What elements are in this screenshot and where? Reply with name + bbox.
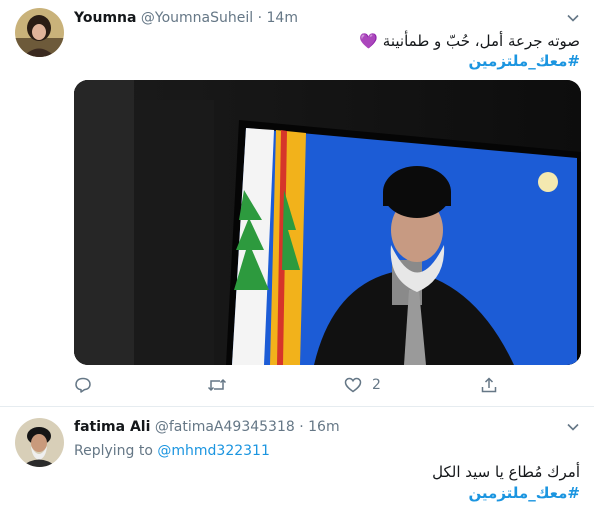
tweet-fatima[interactable]: fatima Ali @fatimaA49345318 · 16m Replyi… [0,407,594,511]
like-count: 2 [372,377,381,393]
tweet-text: صوته جرعة أمل، حُبّ و طمأنينة 💜 [359,32,580,50]
replying-to-context: Replying to @mhmd322311 [74,443,270,459]
avatar[interactable] [15,418,64,467]
hashtag-link[interactable]: #معك_ملتزمين [468,484,580,502]
tweet-header: Youmna @YoumnaSuheil · 14m [74,10,298,26]
tweet-media-image[interactable] [74,80,581,365]
hashtag-link[interactable]: #معك_ملتزمين [468,52,580,70]
avatar[interactable] [15,8,64,57]
share-button[interactable] [480,374,498,396]
heart-icon [344,377,362,393]
retweet-button[interactable] [207,374,227,396]
timestamp[interactable]: 16m [308,419,339,435]
timestamp[interactable]: 14m [267,10,298,26]
user-handle[interactable]: @fatimaA49345318 [155,419,295,435]
replying-to-label: Replying to [74,443,153,459]
display-name[interactable]: Youmna [74,10,136,26]
tweet-text: أمرك مُطاع يا سيد الكل [432,463,580,481]
chevron-down-icon[interactable] [566,419,580,433]
display-name[interactable]: fatima Ali [74,419,150,435]
tweet-actions: 2 [74,374,514,398]
user-handle[interactable]: @YoumnaSuheil [141,10,253,26]
chevron-down-icon[interactable] [566,10,580,24]
mention-link[interactable]: @mhmd322311 [157,443,269,459]
separator-dot: · [299,419,304,435]
reply-icon [75,377,91,393]
tweet-youmna[interactable]: Youmna @YoumnaSuheil · 14m صوته جرعة أمل… [0,0,594,407]
like-button[interactable]: 2 [344,374,381,396]
tweet-header: fatima Ali @fatimaA49345318 · 16m [74,419,340,435]
retweet-icon [207,378,227,392]
reply-button[interactable] [74,374,92,396]
share-icon [481,377,497,393]
separator-dot: · [257,10,263,26]
